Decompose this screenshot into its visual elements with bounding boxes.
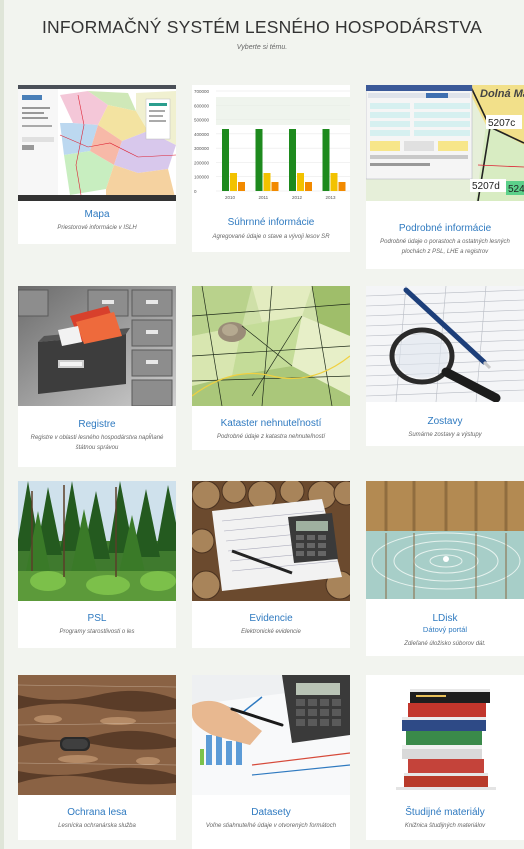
tile-evidencie-description: Elektronické evidencie xyxy=(241,629,301,635)
tile-kataster[interactable]: Kataster nehnuteľností Podrobné údaje z … xyxy=(192,286,350,450)
tile-evidencie-title[interactable]: Evidencie xyxy=(192,613,350,624)
chart-bar xyxy=(322,129,330,191)
tile-mapa[interactable]: Mapa Priestorové informácie v ISLH xyxy=(18,85,176,244)
tile-evidencie-image xyxy=(192,481,350,601)
tile-datasety[interactable]: Datasety Voľne stiahnuteľné údaje v otvo… xyxy=(192,675,350,849)
tile-ochrana-title[interactable]: Ochrana lesa xyxy=(18,807,176,818)
detail-label-0: Dolná Ma xyxy=(480,88,524,100)
chart-ytick-label: 600000 xyxy=(194,103,210,108)
chart-ytick-label: 400000 xyxy=(194,132,210,137)
chart-bar xyxy=(297,173,304,191)
tile-studijne-title[interactable]: Študijné materiály xyxy=(366,807,524,818)
tile-zostavy-description: Sumárne zostavy a výstupy xyxy=(408,432,482,438)
tile-registre-title[interactable]: Registre xyxy=(18,419,176,430)
tile-suhrnne-title[interactable]: Súhrnné informácie xyxy=(192,217,350,228)
tile-mapa-title[interactable]: Mapa xyxy=(18,209,176,220)
tile-suhrnne-image: 700000 600000 500000 400000 300000 200000 1000… xyxy=(192,85,350,201)
tile-studijne-description: Knižnica študijných materiálov xyxy=(404,823,486,829)
tile-registre-image xyxy=(18,286,176,406)
left-border-strip xyxy=(0,0,4,849)
chart-ytick-label: 100000 xyxy=(194,175,210,180)
chart-bar xyxy=(222,129,229,191)
tile-mapa-image xyxy=(18,85,176,201)
tile-suhrnne-informacie[interactable]: 700000 600000 500000 400000 300000 200000 1000… xyxy=(192,85,350,252)
detail-label-1: 5207c xyxy=(488,118,515,129)
tile-zostavy[interactable]: Zostavy Sumárne zostavy a výstupy xyxy=(366,286,524,446)
tile-ochrana-image xyxy=(18,675,176,795)
tile-studijne-materialy[interactable]: Študijné materiály Knižnica študijných m… xyxy=(366,675,524,840)
tile-psl[interactable]: PSL Programy starostlivosti o les xyxy=(18,481,176,648)
chart-xtick-label: 2013 xyxy=(326,195,337,200)
page-title: INFORMAČNÝ SYSTÉM LESNÉHO HOSPODÁRSTVA xyxy=(42,17,482,37)
tile-kataster-image xyxy=(192,286,350,406)
tile-podrobne-title[interactable]: Podrobné informácie xyxy=(366,223,524,234)
chart-ytick-label: 500000 xyxy=(194,118,210,123)
tile-podrobne-description: Podrobné údaje o porastoch a ostatných l… xyxy=(380,239,510,255)
tile-ldisk-title[interactable]: LDisk xyxy=(366,613,524,624)
tile-datasety-description: Voľne stiahnuteľné údaje v otvorených fo… xyxy=(205,823,337,829)
detail-label-2: 5207d xyxy=(472,181,500,192)
chart-xtick-label: 2010 xyxy=(225,195,236,200)
chart-bar xyxy=(230,173,237,191)
chart-ytick-label: 200000 xyxy=(194,160,210,165)
tile-podrobne-informacie[interactable]: Dolná Ma 5207c 5207d 524 Podrobné inform… xyxy=(366,85,524,269)
chart-ytick-label: 300000 xyxy=(194,146,210,151)
chart-bar xyxy=(271,182,279,191)
tile-ldisk-image xyxy=(366,481,524,599)
page-subtitle: Vyberte si tému. xyxy=(236,44,288,51)
tile-studijne-image xyxy=(366,675,524,795)
tile-ldisk[interactable]: LDisk Dátový portál Zdieľané úložisko sú… xyxy=(366,481,524,656)
tile-datasety-title[interactable]: Datasety xyxy=(192,807,350,818)
tile-registre[interactable]: Registre Registre v oblasti lesného hosp… xyxy=(18,286,176,467)
detail-label-3: 524 xyxy=(508,184,524,195)
chart-bar xyxy=(238,182,245,191)
tile-evidencie[interactable]: Evidencie Elektronické evidencie xyxy=(192,481,350,648)
chart-bar xyxy=(289,129,296,191)
tile-podrobne-image: Dolná Ma 5207c 5207d 524 xyxy=(366,85,524,201)
tile-ldisk-subtitle[interactable]: Dátový portál xyxy=(366,625,524,634)
tile-ochrana-lesa[interactable]: Ochrana lesa Lesnícka ochranárska služba xyxy=(18,675,176,840)
chart-xtick-label: 2011 xyxy=(259,195,269,200)
tile-zostavy-title[interactable]: Zostavy xyxy=(366,416,524,427)
tile-mapa-description: Priestorové informácie v ISLH xyxy=(57,225,137,231)
tile-datasety-image xyxy=(192,675,350,795)
tile-kataster-description: Podrobné údaje z katastra nehnuteľností xyxy=(216,434,326,440)
tile-ldisk-description: Zdieľané úložisko súborov dát. xyxy=(404,641,486,647)
chart-ytick-label: 700000 xyxy=(194,89,210,94)
chart-bar xyxy=(255,129,263,191)
tile-kataster-title[interactable]: Kataster nehnuteľností xyxy=(192,418,350,429)
tile-psl-description: Programy starostlivosti o les xyxy=(59,629,135,635)
chart-bar xyxy=(305,182,312,191)
tile-psl-image xyxy=(18,481,176,601)
page-header: INFORMAČNÝ SYSTÉM LESNÉHO HOSPODÁRSTVA V… xyxy=(0,0,524,80)
chart-bar xyxy=(330,173,338,191)
tile-suhrnne-description: Agregované údaje o stave a vývoji lesov … xyxy=(212,234,330,240)
chart-xtick-label: 2012 xyxy=(292,195,303,200)
tile-psl-title[interactable]: PSL xyxy=(18,613,176,624)
tile-registre-description: Registre v oblasti lesného hospodárstva … xyxy=(30,435,164,451)
chart-bar xyxy=(263,173,271,191)
tile-zostavy-image xyxy=(366,286,524,402)
tile-ochrana-description: Lesnícka ochranárska služba xyxy=(58,823,136,829)
chart-bar xyxy=(338,182,346,191)
